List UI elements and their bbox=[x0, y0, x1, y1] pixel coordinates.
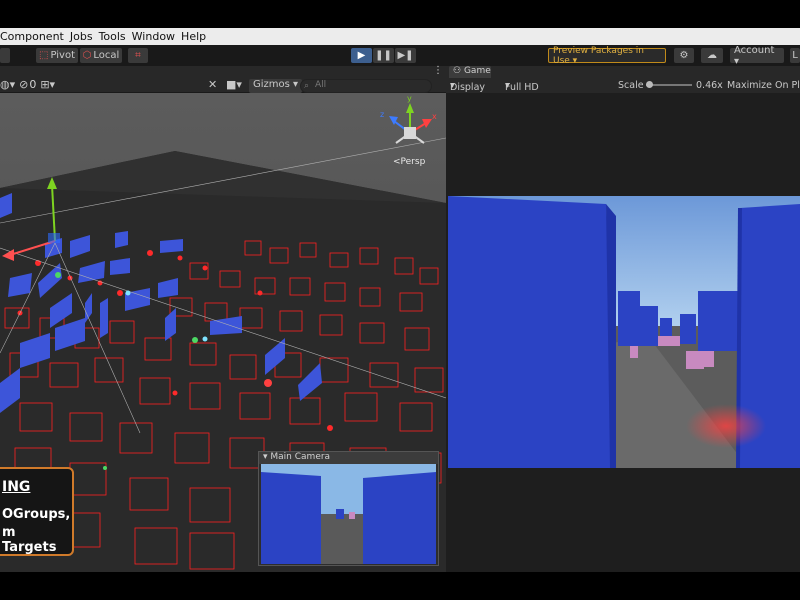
camera-icon[interactable]: ■▾ bbox=[226, 78, 242, 91]
visibility-icon[interactable]: ⊘ bbox=[19, 78, 28, 91]
pause-button[interactable]: ❚❚ bbox=[373, 48, 394, 63]
collapse-icon[interactable]: ▾ bbox=[263, 452, 268, 462]
hidden-count: 0 bbox=[29, 78, 37, 91]
account-label: Account ▾ bbox=[734, 44, 775, 67]
layout-label: L bbox=[792, 50, 798, 61]
preview-packages-label: Preview Packages in Use ▾ bbox=[553, 45, 644, 66]
cloud-button[interactable]: ☁ bbox=[701, 48, 723, 63]
cloud-icon: ☁ bbox=[707, 50, 717, 61]
main-camera-preview: ▾ Main Camera bbox=[258, 451, 439, 566]
search-placeholder: All bbox=[315, 80, 327, 90]
playmode-controls: ▶ ❚❚ ▶❚ bbox=[351, 48, 416, 63]
account-dropdown[interactable]: Account ▾ bbox=[730, 45, 784, 67]
tab-game[interactable]: ⚇ Game bbox=[449, 66, 491, 78]
scale-slider-handle[interactable] bbox=[646, 81, 653, 88]
tutorial-overlay-card: ING OGroups, m Targets bbox=[0, 467, 74, 556]
gear-icon: ⚙ bbox=[679, 50, 689, 61]
scene-search-input[interactable]: ⌕ All bbox=[300, 79, 432, 93]
hand-tool-icon[interactable] bbox=[0, 48, 10, 63]
play-button[interactable]: ▶ bbox=[351, 48, 372, 63]
gizmos-dropdown[interactable]: Gizmos ▾ bbox=[249, 79, 303, 93]
local-label: Local bbox=[93, 50, 120, 61]
main-camera-title-text: Main Camera bbox=[270, 452, 331, 462]
audio-toggle-icon[interactable]: ◍▾ bbox=[0, 78, 15, 91]
main-toolbar: ⬚ Pivot ⬡ Local ⌗ ▶ ❚❚ ▶❚ Preview Packag… bbox=[0, 45, 800, 67]
overlay-line-3: m Targets bbox=[2, 525, 57, 555]
menu-window[interactable]: Window bbox=[132, 30, 181, 43]
svg-text:x: x bbox=[432, 112, 437, 121]
step-button[interactable]: ▶❚ bbox=[395, 48, 416, 63]
menu-bar: Component Jobs Tools Window Help bbox=[0, 28, 800, 45]
projection-label[interactable]: <Persp bbox=[393, 157, 425, 167]
preview-packages-button[interactable]: Preview Packages in Use ▾ bbox=[548, 45, 666, 66]
grid-snap-icon: ⌗ bbox=[135, 50, 141, 61]
menu-component[interactable]: Component bbox=[0, 30, 70, 43]
scale-value: 0.46x bbox=[696, 80, 723, 91]
grid-snap-button[interactable]: ⌗ bbox=[128, 48, 148, 63]
game-tab-bar bbox=[446, 66, 800, 78]
local-toggle[interactable]: ⬡ Local bbox=[80, 48, 122, 63]
scale-label: Scale bbox=[618, 80, 644, 91]
pivot-icon: ⬚ bbox=[39, 50, 49, 61]
menu-tools[interactable]: Tools bbox=[99, 30, 132, 43]
overlay-line-2: OGroups, bbox=[2, 507, 71, 522]
menu-help[interactable]: Help bbox=[181, 30, 212, 43]
gizmos-label: Gizmos bbox=[253, 79, 290, 90]
local-icon: ⬡ bbox=[82, 50, 92, 61]
display-dropdown[interactable]: Display 1 ▾ bbox=[450, 80, 485, 104]
game-render[interactable] bbox=[448, 196, 800, 468]
search-icon: ⌕ bbox=[304, 81, 310, 91]
pause-icon: ❚❚ bbox=[375, 50, 392, 61]
tools-icon[interactable]: ✕ bbox=[208, 78, 217, 91]
grid-icon[interactable]: ⊞▾ bbox=[40, 78, 55, 91]
game-tab-label: Game bbox=[463, 66, 491, 76]
more-options-icon[interactable]: ⋮ bbox=[433, 65, 443, 76]
main-camera-title: ▾ Main Camera bbox=[259, 452, 438, 464]
bottom-letterbox bbox=[0, 572, 800, 600]
main-camera-render bbox=[261, 464, 436, 564]
overlay-heading: ING bbox=[2, 479, 31, 495]
services-button[interactable]: ⚙ bbox=[674, 48, 694, 63]
layout-dropdown[interactable]: L bbox=[790, 48, 800, 63]
game-controller-icon: ⚇ bbox=[453, 66, 462, 76]
game-view-toolbar: Display 1 ▾ Full HD (1920x1080) ▾ Scale … bbox=[446, 78, 800, 104]
maximize-on-play-toggle[interactable]: Maximize On Play bbox=[727, 80, 800, 91]
resolution-dropdown[interactable]: Full HD (1920x1080) ▾ bbox=[505, 80, 566, 104]
step-icon: ▶❚ bbox=[397, 50, 414, 61]
pivot-toggle[interactable]: ⬚ Pivot bbox=[36, 48, 78, 63]
play-icon: ▶ bbox=[357, 50, 366, 61]
svg-text:y: y bbox=[407, 94, 412, 103]
svg-text:z: z bbox=[380, 110, 384, 119]
pivot-label: Pivot bbox=[50, 50, 75, 61]
menu-jobs[interactable]: Jobs bbox=[70, 30, 99, 43]
